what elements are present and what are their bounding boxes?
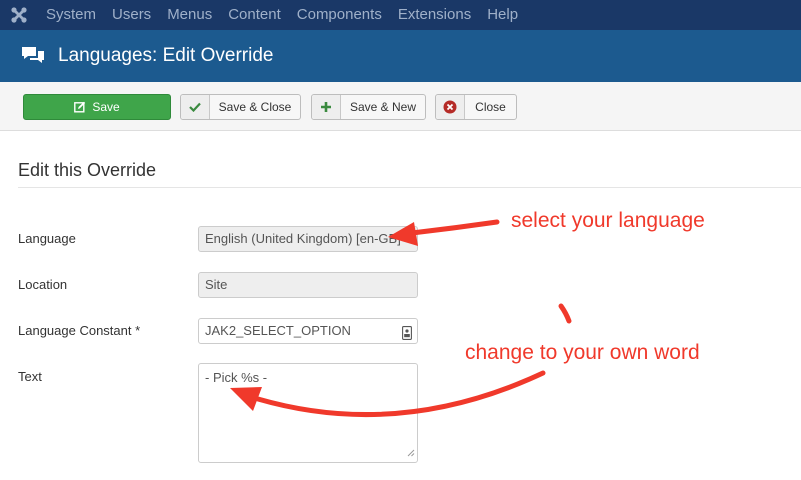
page-title: Languages: Edit Override <box>58 45 274 66</box>
menu-help[interactable]: Help <box>479 0 526 30</box>
id-card-icon <box>402 324 412 343</box>
language-constant-label: Language Constant * <box>18 323 141 338</box>
section-title: Edit this Override <box>18 160 157 180</box>
close-label: Close <box>475 100 506 114</box>
location-label: Location <box>18 277 68 292</box>
language-constant-input[interactable]: JAK2_SELECT_OPTION <box>198 318 418 344</box>
edit-icon <box>74 101 86 113</box>
menu-components[interactable]: Components <box>289 0 390 30</box>
plus-icon <box>312 95 341 119</box>
menu-content[interactable]: Content <box>220 0 289 30</box>
menu-system[interactable]: System <box>38 0 104 30</box>
section-divider <box>18 187 801 188</box>
annotation-select-language: select your language <box>511 209 705 232</box>
text-textarea[interactable]: - Pick %s - <box>198 363 418 463</box>
annotation-change-word: change to your own word <box>465 341 700 364</box>
save-label: Save <box>92 100 120 114</box>
menu-menus[interactable]: Menus <box>159 0 220 30</box>
check-icon <box>181 95 210 119</box>
save-close-label: Save & Close <box>218 100 292 114</box>
toolbar: Save Save & Close Save & New Close <box>0 82 801 131</box>
menu-users[interactable]: Users <box>104 0 159 30</box>
text-label: Text <box>18 369 42 384</box>
menu-extensions[interactable]: Extensions <box>390 0 479 30</box>
language-constant-value: JAK2_SELECT_OPTION <box>205 323 351 338</box>
location-field[interactable]: Site <box>198 272 418 298</box>
resize-grip-icon[interactable] <box>407 445 415 460</box>
joomla-logo-icon[interactable] <box>0 0 38 30</box>
comments-icon <box>22 47 44 63</box>
annotation-tick-icon <box>558 303 572 324</box>
save-new-label: Save & New <box>349 100 417 114</box>
cancel-circle-icon <box>436 95 465 119</box>
close-button[interactable]: Close <box>435 94 517 120</box>
save-button[interactable]: Save <box>23 94 171 120</box>
text-value: - Pick %s - <box>205 370 268 385</box>
language-field[interactable]: English (United Kingdom) [en-GB] <box>198 226 418 252</box>
language-label: Language <box>18 231 76 246</box>
top-menubar: System Users Menus Content Components Ex… <box>0 0 801 30</box>
save-close-button[interactable]: Save & Close <box>180 94 301 120</box>
save-new-button[interactable]: Save & New <box>311 94 426 120</box>
page-header: Languages: Edit Override <box>0 30 801 82</box>
